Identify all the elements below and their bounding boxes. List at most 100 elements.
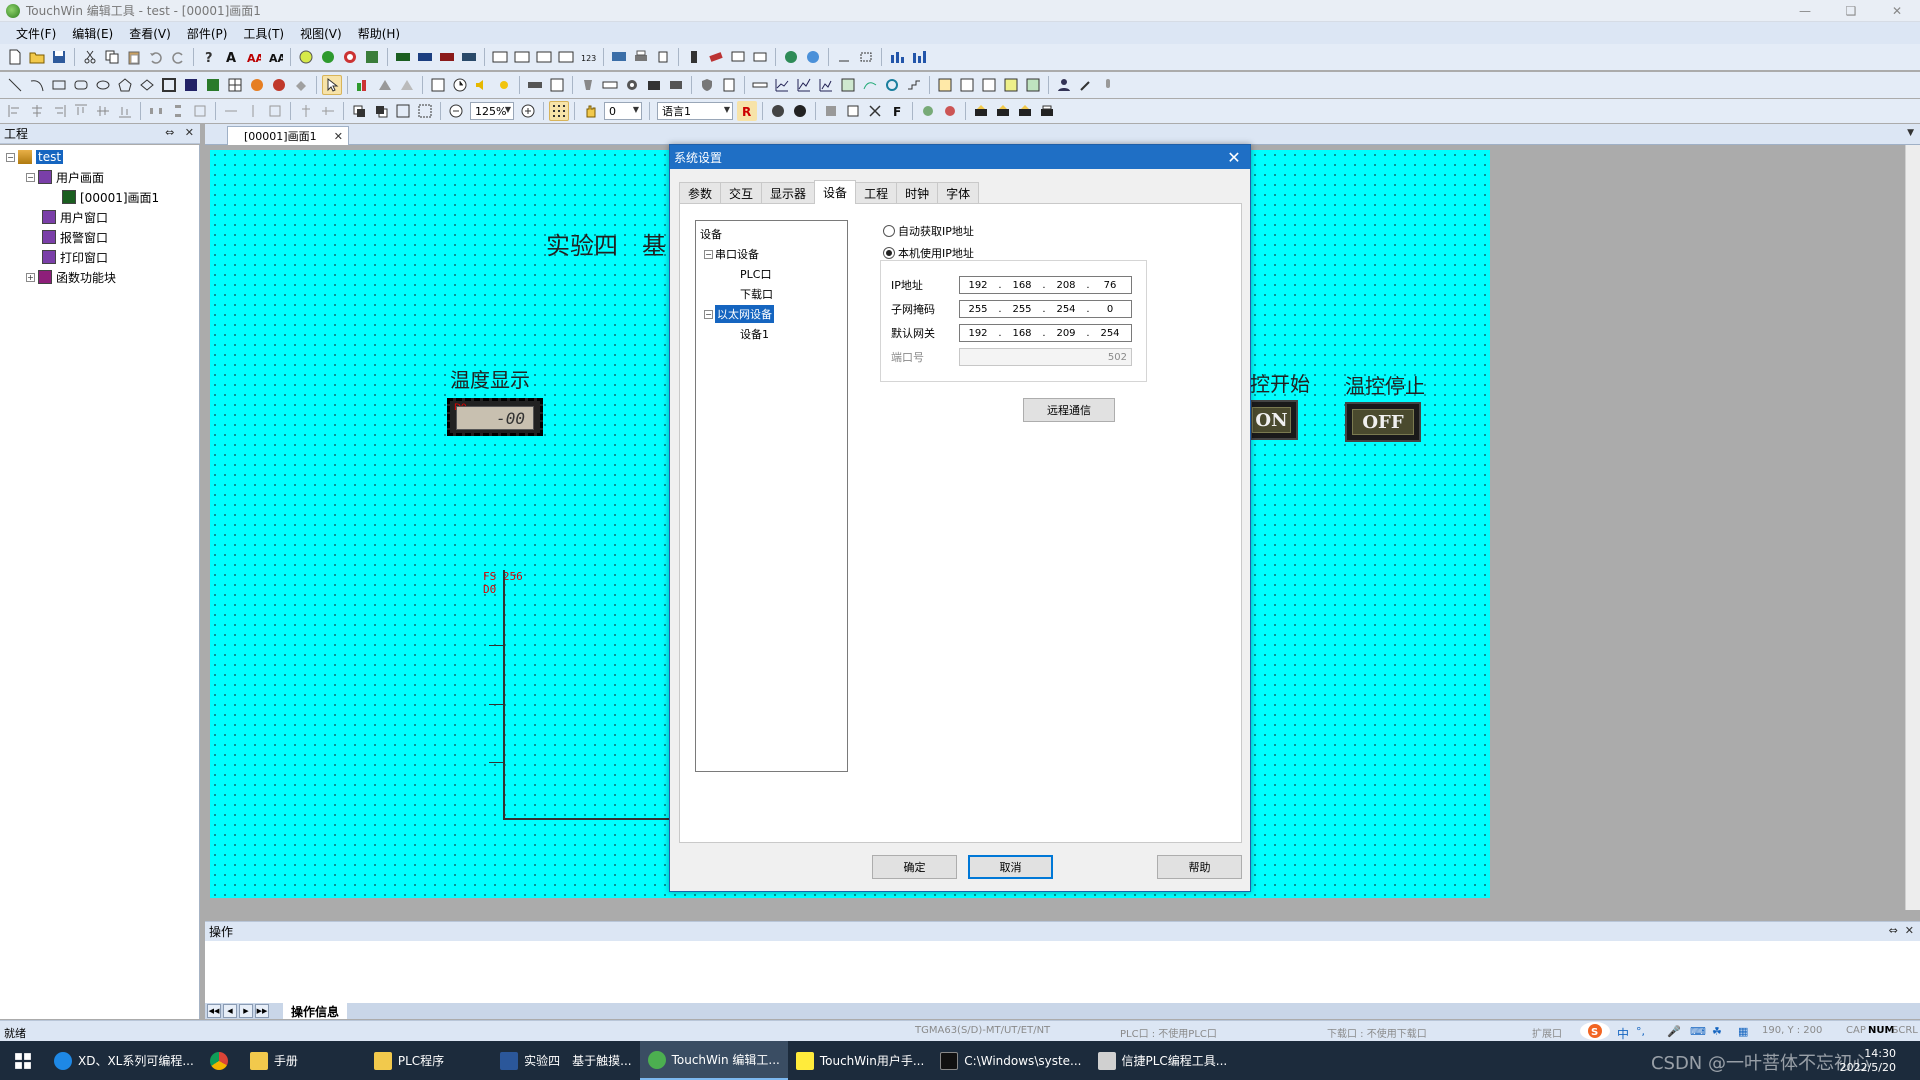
triangle-icon[interactable] (375, 75, 395, 95)
menu-edit[interactable]: 编辑(E) (64, 25, 121, 42)
draw-ellipse-icon[interactable] (93, 75, 113, 95)
display-num-icon[interactable] (393, 47, 413, 67)
align-right-icon[interactable] (49, 101, 69, 121)
tools-icon[interactable] (1076, 75, 1096, 95)
taskbar-item-touchwin[interactable]: TouchWin 编辑工... (639, 1041, 788, 1080)
collapse-icon[interactable]: − (704, 249, 713, 259)
send-back-icon[interactable] (371, 101, 391, 121)
punctuation-icon[interactable]: °, (1636, 1025, 1645, 1038)
taskbar-item-chrome[interactable] (202, 1041, 242, 1080)
space-h-icon[interactable] (146, 101, 166, 121)
same-height-icon[interactable] (243, 101, 263, 121)
tray4-icon[interactable] (1037, 101, 1057, 121)
copy-icon[interactable] (102, 47, 122, 67)
ime-skin-icon[interactable]: ☘ (1712, 1025, 1722, 1038)
tree-node-screen1[interactable]: [00001]画面1 (0, 187, 199, 207)
on-button[interactable]: ON (1250, 400, 1298, 440)
remote-comm-button[interactable]: 远程通信 (1023, 398, 1115, 422)
window-icon[interactable] (750, 47, 770, 67)
light-icon[interactable] (494, 75, 514, 95)
taskbar-item-ie[interactable]: XD、XL系列可编程... (46, 1041, 202, 1080)
cut-icon[interactable] (80, 47, 100, 67)
align-top-icon[interactable] (71, 101, 91, 121)
debug2-icon[interactable] (940, 101, 960, 121)
resize-icon[interactable] (265, 101, 285, 121)
grid-icon[interactable] (225, 75, 245, 95)
part-lib-icon[interactable] (362, 47, 382, 67)
tree-node-alarm-windows[interactable]: 报警窗口 (0, 227, 199, 247)
prev-tab-icon[interactable]: ◀ (223, 1004, 237, 1018)
menu-file[interactable]: 文件(F) (8, 25, 64, 42)
curve-icon[interactable] (860, 75, 880, 95)
menu-window[interactable]: 视图(V) (292, 25, 350, 42)
manual-ip-radio[interactable] (883, 247, 895, 259)
data-table-icon[interactable] (979, 75, 999, 95)
vertical-scrollbar[interactable] (1905, 145, 1920, 910)
select-arrow-icon[interactable] (322, 75, 342, 95)
close-icon[interactable]: ✕ (1905, 924, 1914, 937)
draw-rect-icon[interactable] (49, 75, 69, 95)
auto-ip-option[interactable]: 自动获取IP地址 (883, 223, 974, 239)
manual-ip-option[interactable]: 本机使用IP地址 (883, 245, 974, 261)
tab-clock[interactable]: 时钟 (896, 182, 939, 204)
menu-view[interactable]: 查看(V) (121, 25, 179, 42)
input4-icon[interactable] (556, 47, 576, 67)
minimize-icon[interactable]: — (1782, 0, 1828, 22)
device-tree-plc-port[interactable]: PLC口 (696, 264, 847, 284)
grid-toggle-icon[interactable] (549, 101, 569, 121)
recipe-icon[interactable] (578, 75, 598, 95)
tray1-icon[interactable] (971, 101, 991, 121)
draw-roundrect-icon[interactable] (71, 75, 91, 95)
tree-node-user-screens[interactable]: − 用户画面 (0, 167, 199, 187)
document-icon[interactable] (719, 75, 739, 95)
bar-chart2-icon[interactable] (909, 47, 929, 67)
network-icon[interactable] (781, 47, 801, 67)
redo-icon[interactable] (168, 47, 188, 67)
gateway-field[interactable]: 192. 168. 209. 254 (959, 324, 1132, 342)
text-icon[interactable]: A (221, 47, 241, 67)
close-icon[interactable]: ✕ (1874, 0, 1920, 22)
tab-project[interactable]: 工程 (855, 182, 898, 204)
export-icon[interactable] (821, 101, 841, 121)
tab-params[interactable]: 参数 (679, 182, 722, 204)
property-icon[interactable] (843, 101, 863, 121)
temp-numeric-display[interactable]: D0 -00 (447, 398, 543, 436)
device-tree-download-port[interactable]: 下载口 (696, 284, 847, 304)
draw-frame-icon[interactable] (159, 75, 179, 95)
clock-icon[interactable] (450, 75, 470, 95)
tab-display[interactable]: 显示器 (761, 182, 816, 204)
chevron-down-icon[interactable]: ▼ (1907, 128, 1914, 138)
simulate-icon[interactable] (768, 101, 788, 121)
close-icon[interactable]: ✕ (1224, 147, 1244, 167)
collapse-icon[interactable]: − (26, 172, 35, 182)
align-bottom-icon[interactable] (115, 101, 135, 121)
input-icon[interactable] (490, 47, 510, 67)
input2-icon[interactable] (512, 47, 532, 67)
label-icon[interactable] (750, 75, 770, 95)
first-tab-icon[interactable]: ◀◀ (207, 1004, 221, 1018)
draw-arc-icon[interactable] (27, 75, 47, 95)
collapse-icon[interactable]: − (704, 309, 713, 319)
microphone-icon[interactable]: 🎤 (1667, 1025, 1681, 1038)
text-red-icon[interactable]: AA (243, 47, 263, 67)
taskbar-item-plc-program[interactable]: PLC程序 (366, 1041, 452, 1080)
debug-icon[interactable] (918, 101, 938, 121)
speaker-icon[interactable] (472, 75, 492, 95)
bar-chart-icon[interactable] (887, 47, 907, 67)
open-folder-icon[interactable] (27, 47, 47, 67)
record-icon[interactable]: R (737, 101, 757, 121)
screen-icon[interactable] (609, 47, 629, 67)
taskbar-item-word[interactable]: 实验四 基于触摸... (492, 1041, 639, 1080)
display-num4-icon[interactable] (459, 47, 479, 67)
temp-display-label[interactable]: 温度显示 (450, 364, 530, 393)
close-icon[interactable]: ✕ (185, 126, 194, 139)
lamp-icon[interactable] (296, 47, 316, 67)
image-green-icon[interactable] (203, 75, 223, 95)
cancel-button[interactable]: 取消 (968, 855, 1053, 879)
expand-icon[interactable]: + (26, 272, 35, 282)
circle-target-icon[interactable] (340, 47, 360, 67)
eraser-icon[interactable] (706, 47, 726, 67)
camera-icon[interactable] (644, 75, 664, 95)
printer-icon[interactable] (631, 47, 651, 67)
trend-chart[interactable]: FS 256 D0 (483, 570, 703, 830)
